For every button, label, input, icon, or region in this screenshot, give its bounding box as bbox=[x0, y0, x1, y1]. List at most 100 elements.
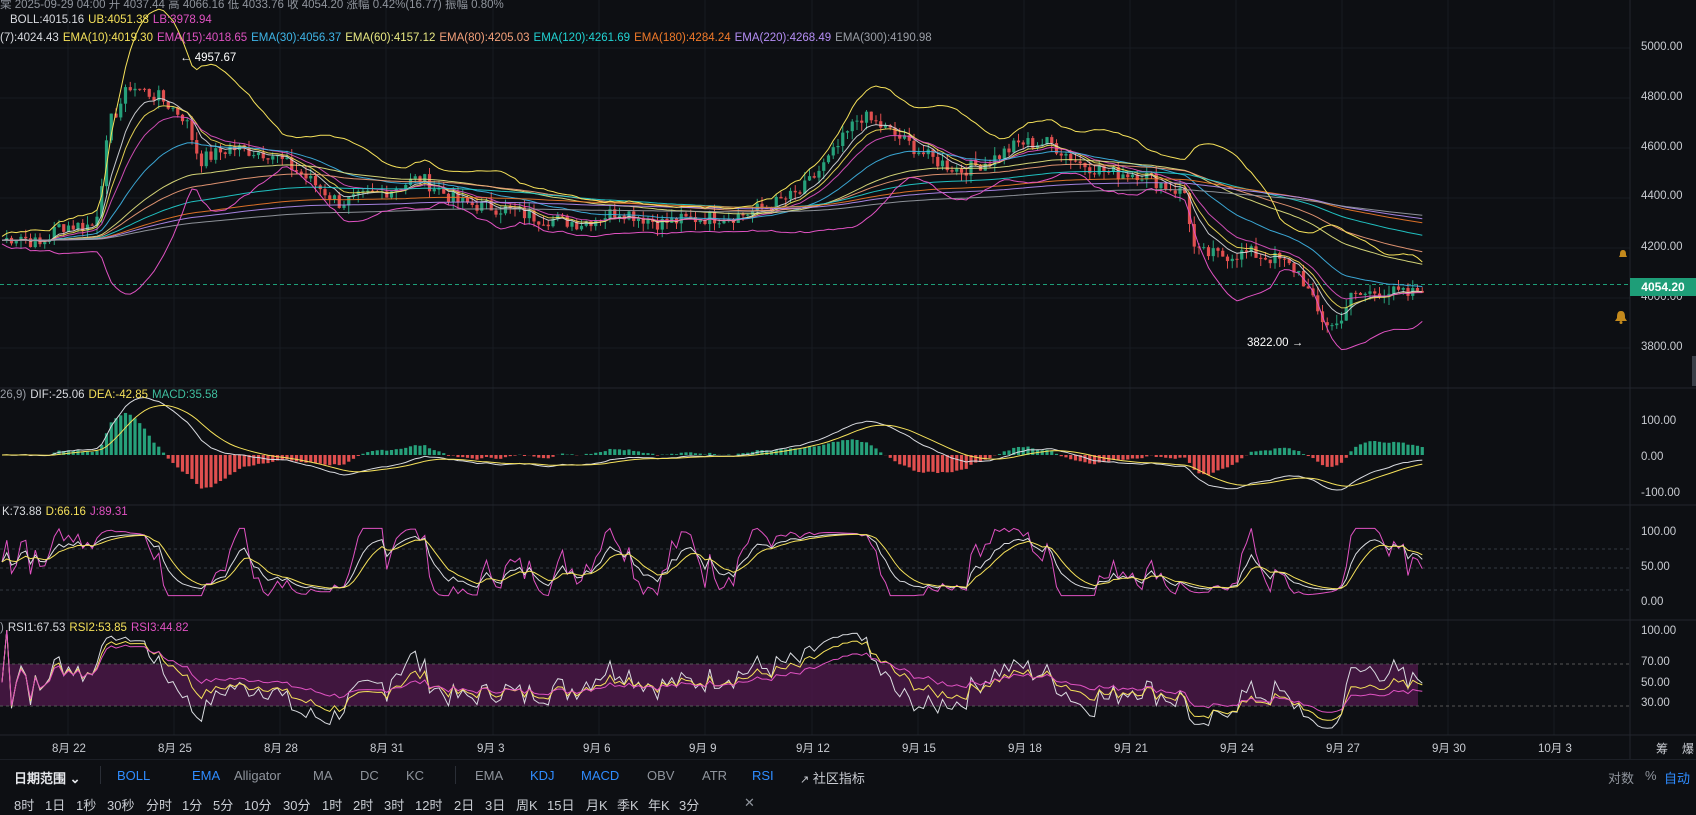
candle-body bbox=[171, 107, 175, 109]
candle-body bbox=[1230, 258, 1234, 262]
timeframe-11[interactable]: 3时 bbox=[384, 795, 404, 814]
candle-body bbox=[24, 236, 28, 239]
macd-histogram-bar bbox=[879, 452, 883, 455]
indicator-ma[interactable]: MA bbox=[313, 768, 333, 783]
alert-bell-icon[interactable] bbox=[1618, 246, 1628, 257]
timeframe-16[interactable]: 15日 bbox=[547, 795, 574, 814]
candle-body bbox=[499, 213, 503, 215]
macd-histogram-bar bbox=[366, 452, 370, 455]
timeframe-12[interactable]: 12时 bbox=[415, 795, 442, 814]
timeframe-17[interactable]: 月K bbox=[586, 795, 608, 814]
macd-histogram-bar bbox=[233, 455, 237, 473]
corner-label-chips[interactable]: 筹 bbox=[1656, 740, 1668, 757]
macd-histogram-bar bbox=[1278, 448, 1282, 455]
alert-bell-icon[interactable] bbox=[1614, 310, 1628, 324]
macd-histogram-bar bbox=[1187, 455, 1192, 463]
candle-body bbox=[361, 190, 365, 192]
timeframe-5[interactable]: 1分 bbox=[182, 795, 202, 814]
macd-histogram-bar bbox=[1240, 455, 1244, 459]
macd-histogram-bar bbox=[522, 455, 527, 457]
macd-histogram-bar bbox=[1373, 441, 1377, 455]
macd-histogram-bar bbox=[1121, 455, 1125, 460]
macd-histogram-bar bbox=[864, 442, 869, 455]
timeframe-1[interactable]: 1日 bbox=[45, 795, 65, 814]
candle-body bbox=[138, 88, 142, 90]
macd-histogram-bar bbox=[494, 455, 498, 459]
timeframe-20[interactable]: 3分 bbox=[679, 795, 699, 814]
indicator-alligator[interactable]: Alligator bbox=[234, 768, 281, 783]
corner-label-burst[interactable]: 爆 bbox=[1682, 740, 1694, 757]
timeframe-14[interactable]: 3日 bbox=[485, 795, 505, 814]
macd-histogram-bar bbox=[940, 455, 945, 472]
indicator-kc[interactable]: KC bbox=[406, 768, 424, 783]
candle-body bbox=[917, 152, 921, 155]
log-scale-toggle[interactable]: 对数 bbox=[1608, 768, 1634, 787]
sub-indicator-rsi[interactable]: RSI bbox=[752, 768, 774, 783]
percent-scale-toggle[interactable]: % bbox=[1645, 768, 1657, 783]
macd-histogram-bar bbox=[1145, 455, 1149, 457]
timeframe-0[interactable]: 8时 bbox=[14, 795, 34, 814]
macd-histogram-bar bbox=[850, 439, 854, 455]
macd-legend-item: DEA:-42.85 bbox=[88, 389, 148, 401]
candle-body bbox=[1206, 247, 1211, 257]
date-range-dropdown[interactable]: 日期范围 ⌄ bbox=[14, 768, 81, 787]
timeframe-13[interactable]: 2日 bbox=[454, 795, 474, 814]
macd-histogram-bar bbox=[119, 415, 123, 455]
scroll-handle[interactable] bbox=[1692, 356, 1696, 386]
macd-histogram-bar bbox=[1073, 455, 1078, 461]
sub-indicator-ema[interactable]: EMA bbox=[475, 768, 503, 783]
macd-histogram-bar bbox=[147, 435, 151, 455]
candle-body bbox=[214, 148, 218, 160]
indicator-boll[interactable]: BOLL bbox=[117, 768, 150, 783]
macd-histogram-bar bbox=[1235, 455, 1239, 463]
date-tick-label: 9月 12 bbox=[796, 743, 830, 755]
timeframe-2[interactable]: 1秒 bbox=[76, 795, 96, 814]
community-indicators-button[interactable]: ↗ 社区指标 bbox=[800, 768, 865, 787]
sub-indicator-kdj[interactable]: KDJ bbox=[530, 768, 555, 783]
sub-indicator-macd[interactable]: MACD bbox=[581, 768, 619, 783]
timeframe-15[interactable]: 周K bbox=[516, 795, 538, 814]
timeframe-9[interactable]: 1时 bbox=[322, 795, 342, 814]
boll-legend-item: LB:3978.94 bbox=[152, 14, 212, 26]
timeframe-19[interactable]: 年K bbox=[648, 795, 670, 814]
macd-histogram-bar bbox=[860, 441, 864, 455]
date-tick-label: 9月 3 bbox=[477, 743, 505, 755]
rsi-legend-item: RSI1:67.53 bbox=[7, 622, 66, 634]
candle-body bbox=[57, 224, 61, 228]
candle-body bbox=[470, 202, 474, 205]
date-tick-label: 9月 18 bbox=[1008, 743, 1042, 755]
timeframe-6[interactable]: 5分 bbox=[213, 795, 233, 814]
macd-histogram-bar bbox=[617, 449, 622, 455]
timeframe-8[interactable]: 30分 bbox=[283, 795, 310, 814]
macd-histogram-bar bbox=[551, 455, 555, 457]
macd-histogram-bar bbox=[902, 455, 907, 466]
timeframe-3[interactable]: 30秒 bbox=[107, 795, 134, 814]
chart-canvas[interactable] bbox=[0, 0, 1696, 760]
macd-histogram-bar bbox=[855, 439, 859, 455]
sub-indicator-obv[interactable]: OBV bbox=[647, 768, 674, 783]
macd-histogram-bar bbox=[195, 455, 199, 484]
macd-histogram-bar bbox=[513, 455, 517, 456]
candle-body bbox=[432, 189, 436, 192]
macd-histogram-bar bbox=[489, 455, 493, 458]
indicator-dc[interactable]: DC bbox=[360, 768, 379, 783]
sub-indicator-atr[interactable]: ATR bbox=[702, 768, 727, 783]
timeframe-10[interactable]: 2时 bbox=[353, 795, 373, 814]
candle-body bbox=[541, 224, 546, 226]
candle-body bbox=[879, 121, 883, 128]
macd-histogram-bar bbox=[318, 455, 322, 464]
macd-histogram-bar bbox=[214, 455, 218, 484]
macd-histogram-bar bbox=[1420, 447, 1424, 455]
timeframe-4[interactable]: 分时 bbox=[146, 795, 172, 814]
kdj-k-line bbox=[1, 533, 1423, 591]
auto-scale-toggle[interactable]: 自动 bbox=[1664, 768, 1690, 787]
timeframe-18[interactable]: 季K bbox=[617, 795, 639, 814]
candle-body bbox=[166, 101, 170, 109]
macd-histogram-bar bbox=[347, 455, 351, 462]
indicator-ema[interactable]: EMA bbox=[192, 768, 220, 783]
macd-histogram-bar bbox=[836, 441, 840, 455]
timeframe-7[interactable]: 10分 bbox=[244, 795, 271, 814]
close-icon[interactable]: ✕ bbox=[744, 795, 755, 811]
candle-body bbox=[921, 152, 926, 155]
macd-histogram-bar bbox=[1202, 455, 1206, 475]
